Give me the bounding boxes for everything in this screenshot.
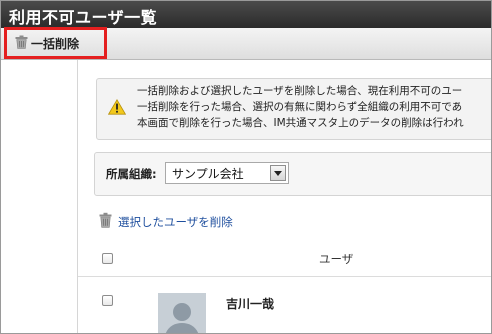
warning-line: 一括削除および選択したユーザを削除した場合、現在利用不可のユー [137, 85, 463, 97]
select-all-checkbox[interactable] [102, 253, 113, 264]
toolbar: 一括削除 [1, 28, 491, 60]
warning-icon [107, 99, 127, 115]
avatar [158, 293, 206, 333]
organization-filter: 所属組織: サンプル会社 [94, 152, 491, 196]
bulk-delete-button[interactable]: 一括削除 [11, 31, 85, 55]
main-content: 一括削除および選択したユーザを削除した場合、現在利用不可のユー 一括削除を行った… [78, 60, 491, 333]
organization-select-value: サンプル会社 [172, 167, 244, 181]
delete-selected-label: 選択したユーザを削除 [118, 215, 233, 229]
app-window: 利用不可ユーザ一覧 一括削除 一括削除および選択したユーザを削除した場合、現在利… [0, 0, 492, 334]
organization-select[interactable]: サンプル会社 [165, 162, 289, 184]
left-pane [1, 60, 78, 333]
table-header: ユーザ [78, 242, 491, 277]
trash-icon [15, 34, 28, 53]
page-title: 利用不可ユーザ一覧 [9, 8, 158, 27]
bulk-delete-label: 一括削除 [31, 36, 80, 51]
organization-label: 所属組織: [106, 167, 157, 181]
warning-line: 本画面で削除を行った場合、IM共通マスタ上のデータの削除は行われ [137, 117, 464, 129]
delete-selected-users-link[interactable]: 選択したユーザを削除 [99, 212, 233, 232]
warning-message: 一括削除および選択したユーザを削除した場合、現在利用不可のユー 一括削除を行った… [96, 78, 491, 140]
warning-line: 一括削除を行った場合、選択の有無に関わらず全組織の利用不可であ [137, 101, 463, 113]
trash-icon [99, 212, 112, 232]
column-header-user: ユーザ [319, 252, 354, 266]
user-name[interactable]: 吉川一哉 [226, 295, 274, 312]
table-row: 吉川一哉 [78, 277, 491, 333]
row-checkbox[interactable] [102, 295, 113, 306]
chevron-down-icon[interactable] [270, 165, 286, 181]
title-bar: 利用不可ユーザ一覧 [1, 1, 491, 28]
warning-text: 一括削除および選択したユーザを削除した場合、現在利用不可のユー 一括削除を行った… [137, 83, 464, 131]
